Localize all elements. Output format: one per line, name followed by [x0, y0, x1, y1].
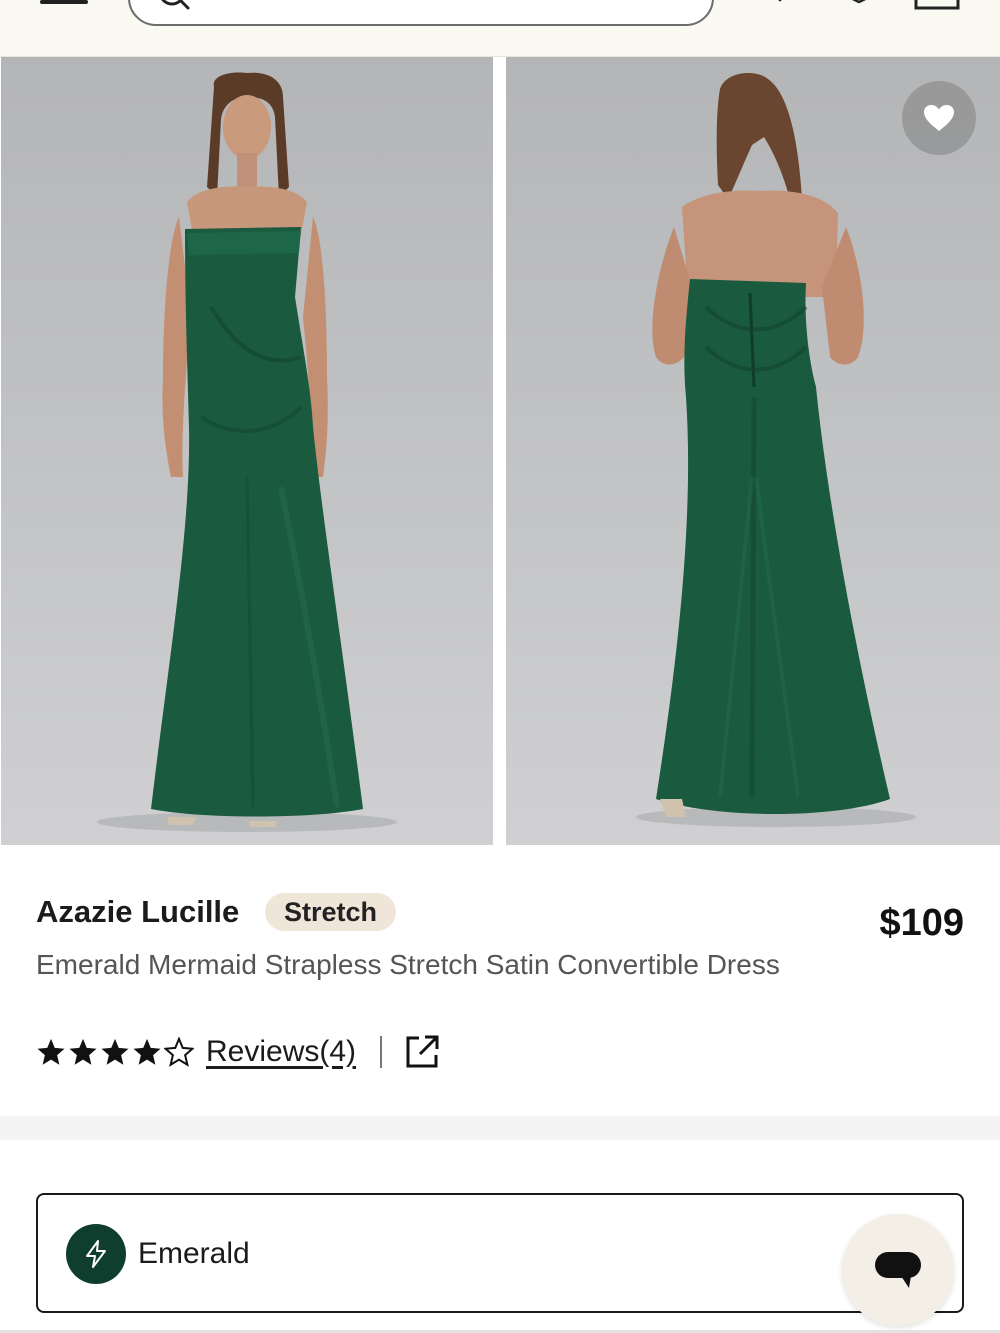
product-gallery [0, 57, 1000, 845]
reviews-link[interactable]: Reviews(4) [206, 1035, 356, 1069]
dress-front-illustration [97, 72, 397, 832]
divider [380, 1036, 383, 1068]
product-image-front[interactable] [1, 57, 493, 845]
color-swatch [66, 1224, 126, 1284]
hamburger-menu-icon[interactable] [40, 0, 88, 8]
heart-icon[interactable] [842, 0, 876, 10]
message-icon[interactable] [756, 0, 802, 10]
star-filled-icon [37, 1038, 65, 1065]
star-filled-icon [69, 1038, 97, 1065]
search-icon [161, 0, 190, 10]
product-name: Azazie Lucille [36, 894, 240, 929]
star-filled-icon [133, 1038, 161, 1065]
dress-back-illustration [636, 73, 916, 827]
chat-button[interactable] [842, 1214, 954, 1326]
selected-color-label: Emerald [138, 1237, 250, 1270]
heart-icon [924, 105, 954, 131]
product-image-back[interactable] [506, 57, 1000, 845]
shopping-bag-icon[interactable] [912, 0, 962, 12]
stretch-badge: Stretch [265, 893, 397, 931]
search-input[interactable] [128, 0, 714, 26]
section-divider [0, 1116, 1000, 1140]
product-price: $109 [879, 902, 964, 944]
star-empty-icon [164, 1037, 194, 1067]
lightning-icon [86, 1240, 106, 1268]
share-external-icon[interactable] [404, 1034, 440, 1070]
favorite-button[interactable] [902, 81, 976, 155]
rating-row: Reviews(4) [36, 1034, 440, 1070]
color-selector[interactable]: Emerald [36, 1193, 964, 1313]
star-filled-icon [101, 1038, 129, 1065]
chat-bubble-icon [875, 1252, 921, 1288]
product-description: Emerald Mermaid Strapless Stretch Satin … [36, 949, 780, 980]
top-header [0, 0, 1000, 57]
